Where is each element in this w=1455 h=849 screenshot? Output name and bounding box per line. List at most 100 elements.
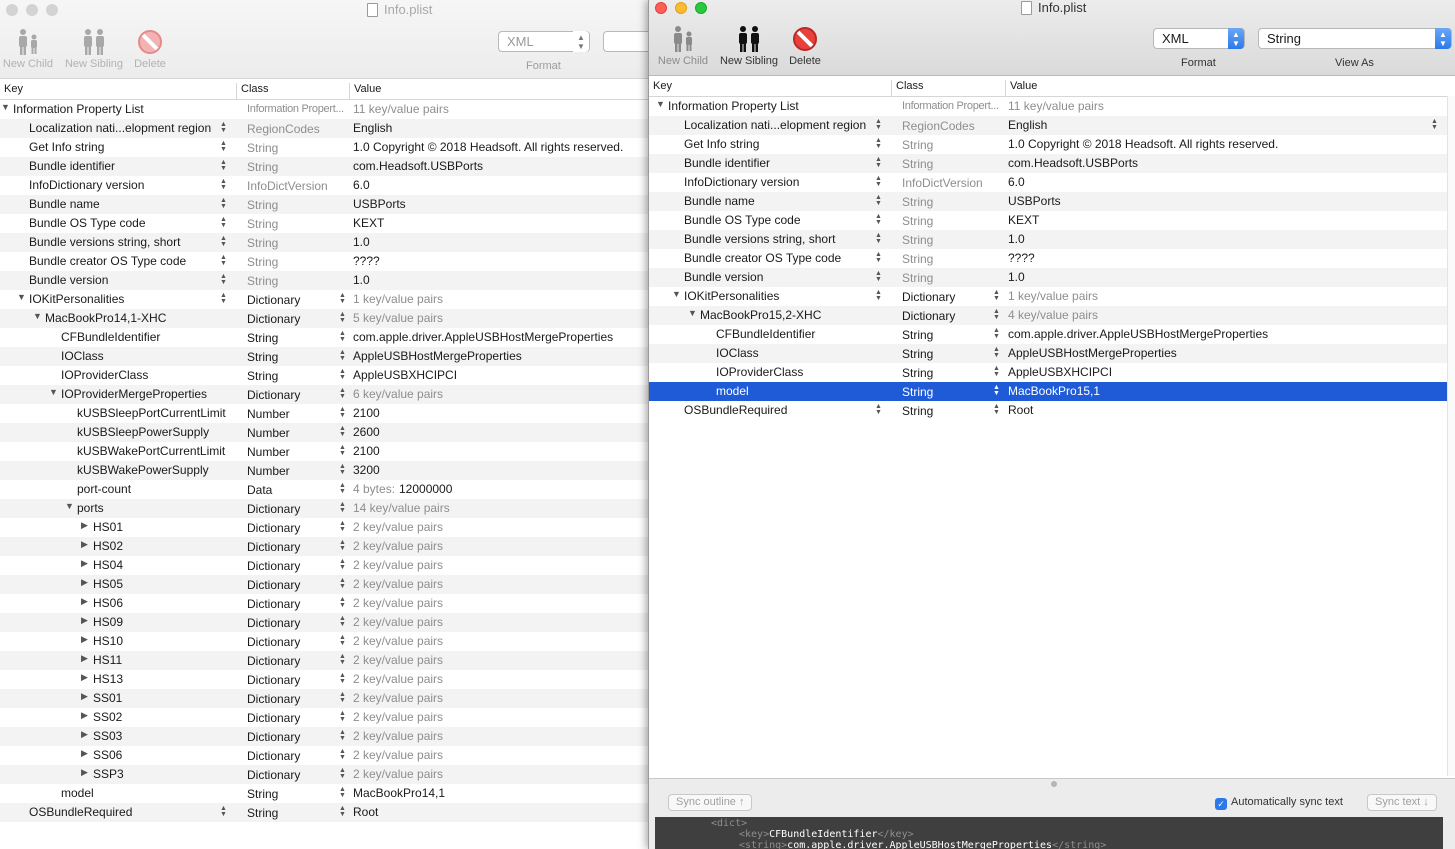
row-class[interactable]: Dictionary bbox=[247, 312, 300, 326]
row-key[interactable]: SS01 bbox=[93, 691, 122, 705]
outline-row[interactable]: ▶ SSP3 Dictionary ▲ ▼ 2 key/value pairs bbox=[0, 765, 648, 784]
row-key[interactable]: Bundle name bbox=[29, 197, 100, 211]
row-class[interactable]: String bbox=[247, 806, 278, 820]
outline-row[interactable]: ▶ HS06 Dictionary ▲ ▼ 2 key/value pairs bbox=[0, 594, 648, 613]
row-key[interactable]: model bbox=[61, 786, 94, 800]
outline-row[interactable]: ▶ HS02 Dictionary ▲ ▼ 2 key/value pairs bbox=[0, 537, 648, 556]
row-class[interactable]: String bbox=[902, 404, 933, 418]
row-key[interactable]: IOClass bbox=[61, 349, 104, 363]
row-key[interactable]: InfoDictionary version bbox=[29, 178, 144, 192]
disclosure-closed-icon[interactable]: ▶ bbox=[81, 596, 88, 607]
row-class[interactable]: Dictionary bbox=[247, 559, 300, 573]
row-class[interactable]: String bbox=[902, 233, 933, 247]
row-value[interactable]: 11 key/value pairs bbox=[1008, 99, 1104, 113]
outline-row[interactable]: Bundle identifier ▲ ▼ String com.Headsoft.US… bbox=[649, 154, 1455, 173]
outline-row[interactable]: CFBundleIdentifier String ▲ ▼ com.apple.driv… bbox=[0, 328, 648, 347]
row-value[interactable]: 2100 bbox=[353, 444, 380, 458]
row-key[interactable]: HS09 bbox=[93, 615, 123, 629]
key-stepper-icon[interactable]: ▲ ▼ bbox=[875, 251, 882, 264]
row-value[interactable]: 2 key/value pairs bbox=[353, 767, 443, 781]
row-value[interactable]: KEXT bbox=[353, 216, 384, 230]
row-class[interactable]: Dictionary bbox=[247, 635, 300, 649]
disclosure-closed-icon[interactable]: ▶ bbox=[81, 634, 88, 645]
outline-row[interactable]: port-count Data ▲ ▼ 4 bytes: 12000000 bbox=[0, 480, 648, 499]
key-column-header[interactable]: Key bbox=[0, 83, 23, 99]
outline-row[interactable]: ▶ HS13 Dictionary ▲ ▼ 2 key/value pairs bbox=[0, 670, 648, 689]
row-class[interactable]: RegionCodes bbox=[247, 122, 320, 136]
outline-row[interactable]: model String ▲ ▼ MacBookPro14,1 bbox=[0, 784, 648, 803]
row-key[interactable]: IOProviderClass bbox=[61, 368, 148, 382]
row-class[interactable]: String bbox=[247, 236, 278, 250]
class-stepper-icon[interactable]: ▲ ▼ bbox=[993, 384, 1000, 397]
row-class[interactable]: String bbox=[902, 366, 933, 380]
row-key[interactable]: Bundle versions string, short bbox=[29, 235, 180, 249]
row-value[interactable]: 1.0 Copyright © 2018 Headsoft. All right… bbox=[1008, 137, 1278, 151]
new-sibling-button[interactable]: New Sibling bbox=[717, 25, 781, 67]
zoom-button[interactable] bbox=[695, 2, 707, 14]
class-stepper-icon[interactable]: ▲ ▼ bbox=[993, 308, 1000, 321]
disclosure-open-icon[interactable]: ▼ bbox=[49, 387, 58, 397]
row-value[interactable]: com.Headsoft.USBPorts bbox=[1008, 156, 1138, 170]
row-class[interactable]: String bbox=[247, 217, 278, 231]
row-class[interactable]: String bbox=[902, 328, 933, 342]
row-value[interactable]: AppleUSBXHCIPCI bbox=[353, 368, 457, 382]
disclosure-closed-icon[interactable]: ▶ bbox=[81, 539, 88, 550]
row-key[interactable]: SSP3 bbox=[93, 767, 124, 781]
disclosure-closed-icon[interactable]: ▶ bbox=[81, 577, 88, 588]
class-stepper-icon[interactable]: ▲ ▼ bbox=[339, 558, 346, 571]
row-key[interactable]: Bundle identifier bbox=[29, 159, 115, 173]
key-stepper-icon[interactable]: ▲ ▼ bbox=[875, 403, 882, 416]
row-class[interactable]: String bbox=[247, 198, 278, 212]
key-stepper-icon[interactable]: ▲ ▼ bbox=[875, 156, 882, 169]
class-stepper-icon[interactable]: ▲ ▼ bbox=[339, 311, 346, 324]
row-value[interactable]: 2 key/value pairs bbox=[353, 691, 443, 705]
row-key[interactable]: Localization nati...elopment region bbox=[684, 118, 866, 132]
outline-row[interactable]: ▶ HS11 Dictionary ▲ ▼ 2 key/value pairs bbox=[0, 651, 648, 670]
row-class[interactable]: Number bbox=[247, 445, 290, 459]
class-stepper-icon[interactable]: ▲ ▼ bbox=[339, 805, 346, 818]
row-key[interactable]: HS02 bbox=[93, 539, 123, 553]
key-stepper-icon[interactable]: ▲ ▼ bbox=[220, 805, 227, 818]
row-key[interactable]: CFBundleIdentifier bbox=[61, 330, 160, 344]
xml-text-editor[interactable]: <dict> <key>CFBundleIdentifier</key> <st… bbox=[655, 817, 1443, 849]
row-key[interactable]: HS13 bbox=[93, 672, 123, 686]
outline-row[interactable]: ▶ SS06 Dictionary ▲ ▼ 2 key/value pairs bbox=[0, 746, 648, 765]
row-key[interactable]: OSBundleRequired bbox=[684, 403, 787, 417]
row-value[interactable]: English bbox=[1008, 118, 1047, 132]
outline-row[interactable]: kUSBSleepPowerSupply Number ▲ ▼ 2600 bbox=[0, 423, 648, 442]
row-class[interactable]: Dictionary bbox=[247, 502, 300, 516]
row-class[interactable]: Information Propert... bbox=[902, 100, 999, 112]
class-stepper-icon[interactable]: ▲ ▼ bbox=[339, 425, 346, 438]
key-column-header[interactable]: Key bbox=[649, 80, 672, 96]
outline-row[interactable]: ▶ SS01 Dictionary ▲ ▼ 2 key/value pairs bbox=[0, 689, 648, 708]
row-class[interactable]: Dictionary bbox=[247, 711, 300, 725]
class-stepper-icon[interactable]: ▲ ▼ bbox=[339, 501, 346, 514]
row-key[interactable]: Bundle OS Type code bbox=[29, 216, 146, 230]
row-value[interactable]: 2 key/value pairs bbox=[353, 634, 443, 648]
disclosure-open-icon[interactable]: ▼ bbox=[656, 99, 665, 109]
outline-row[interactable]: Get Info string ▲ ▼ String 1.0 Copyright © 2… bbox=[649, 135, 1455, 154]
key-stepper-icon[interactable]: ▲ ▼ bbox=[220, 178, 227, 191]
row-value[interactable]: Root bbox=[353, 805, 378, 819]
outline-row[interactable]: Bundle version ▲ ▼ String 1.0 bbox=[649, 268, 1455, 287]
class-stepper-icon[interactable]: ▲ ▼ bbox=[339, 786, 346, 799]
row-value[interactable]: MacBookPro15,1 bbox=[1008, 384, 1100, 398]
class-stepper-icon[interactable]: ▲ ▼ bbox=[993, 346, 1000, 359]
disclosure-open-icon[interactable]: ▼ bbox=[33, 311, 42, 321]
outline-row[interactable]: Bundle OS Type code ▲ ▼ String KEXT bbox=[649, 211, 1455, 230]
outline-row[interactable]: Localization nati...elopment region ▲ ▼ Reg… bbox=[0, 119, 648, 138]
key-stepper-icon[interactable]: ▲ ▼ bbox=[875, 137, 882, 150]
class-stepper-icon[interactable]: ▲ ▼ bbox=[339, 330, 346, 343]
key-stepper-icon[interactable]: ▲ ▼ bbox=[220, 159, 227, 172]
row-key[interactable]: Bundle OS Type code bbox=[684, 213, 801, 227]
row-key[interactable]: ports bbox=[77, 501, 104, 515]
row-value[interactable]: 2 key/value pairs bbox=[353, 615, 443, 629]
row-class[interactable]: Information Propert... bbox=[247, 103, 344, 115]
class-stepper-icon[interactable]: ▲ ▼ bbox=[339, 729, 346, 742]
row-class[interactable]: Dictionary bbox=[247, 692, 300, 706]
row-value[interactable]: com.apple.driver.AppleUSBHostMergeProper… bbox=[353, 330, 613, 344]
outline-row[interactable]: Bundle name ▲ ▼ String USBPorts bbox=[649, 192, 1455, 211]
disclosure-closed-icon[interactable]: ▶ bbox=[81, 767, 88, 778]
outline-row[interactable]: Bundle version ▲ ▼ String 1.0 bbox=[0, 271, 648, 290]
row-key[interactable]: Get Info string bbox=[684, 137, 759, 151]
